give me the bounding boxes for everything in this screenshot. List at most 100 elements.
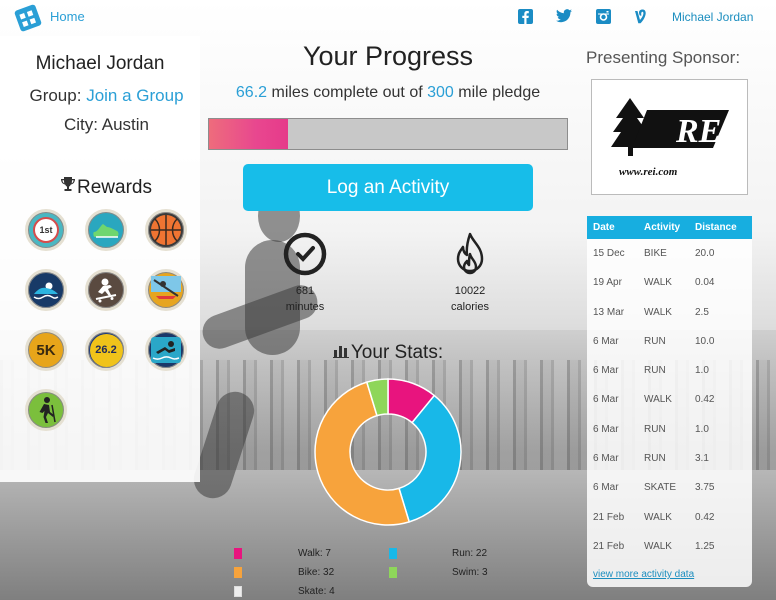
minutes-value: 681 bbox=[295, 285, 315, 297]
legend-label-skate: Skate: 4 bbox=[298, 586, 335, 597]
rei-logo: REI www.rei.com bbox=[611, 98, 736, 178]
join-group-link[interactable]: Join a Group bbox=[86, 86, 183, 105]
basketball-badge[interactable] bbox=[145, 209, 187, 251]
row-distance: 1.0 bbox=[695, 365, 709, 377]
shoe-icon bbox=[93, 224, 119, 238]
log-activity-button[interactable]: Log an Activity bbox=[243, 164, 533, 211]
row-date: 19 Apr bbox=[593, 277, 622, 289]
table-row: 13 Mar WALK 2.5 bbox=[587, 298, 752, 327]
hiking-badge[interactable] bbox=[25, 389, 67, 431]
legend-label-bike: Bike: 32 bbox=[298, 567, 335, 578]
activity-donut-chart bbox=[314, 378, 462, 526]
sponsor-heading: Presenting Sponsor: bbox=[586, 48, 741, 67]
swimmer-badge[interactable] bbox=[145, 329, 187, 371]
pledge-goal-value: 300 bbox=[427, 84, 454, 101]
user-name-link[interactable]: Michael Jordan bbox=[672, 10, 753, 24]
table-row: 6 Mar SKATE 3.75 bbox=[587, 473, 752, 502]
row-date: 21 Feb bbox=[593, 540, 625, 552]
miles-complete-value: 66.2 bbox=[235, 84, 268, 101]
profile-panel: Michael Jordan Group: Join a Group City:… bbox=[0, 36, 200, 482]
progress-bar-fill bbox=[209, 119, 289, 149]
row-distance: 1.0 bbox=[695, 423, 709, 435]
progress-title: Your Progress bbox=[302, 41, 474, 71]
row-date: 13 Mar bbox=[593, 306, 625, 318]
rewards-title: Rewards bbox=[77, 177, 152, 199]
row-distance: 0.42 bbox=[695, 511, 715, 523]
5k-badge[interactable]: 5K bbox=[25, 329, 67, 371]
swimming-badge[interactable] bbox=[25, 269, 67, 311]
group-line: Group: Join a Group bbox=[0, 86, 213, 106]
sponsor-logo[interactable]: REI www.rei.com bbox=[591, 79, 748, 195]
row-activity: WALK bbox=[644, 511, 672, 523]
activity-table: Date Activity Distance 15 Dec BIKE 20.0 19 … bbox=[587, 216, 752, 587]
row-activity: RUN bbox=[644, 365, 666, 377]
trophy-icon bbox=[61, 177, 75, 199]
swim-wave-icon bbox=[33, 282, 59, 300]
table-row: 21 Feb WALK 1.25 bbox=[587, 532, 752, 561]
table-row: 6 Mar RUN 10.0 bbox=[587, 327, 752, 356]
vine-icon[interactable] bbox=[633, 8, 649, 24]
legend-label-run: Run: 22 bbox=[452, 548, 488, 559]
26-2-marathon-badge[interactable]: 26.2 bbox=[85, 329, 127, 371]
stats-heading: Your Stats: bbox=[200, 342, 576, 364]
swimmer-icon bbox=[151, 337, 181, 363]
row-date: 6 Mar bbox=[593, 365, 619, 377]
stats-title: Your Stats: bbox=[350, 342, 444, 364]
row-date: 6 Mar bbox=[593, 423, 619, 435]
view-more-link[interactable]: view more activity data bbox=[593, 569, 694, 580]
legend-swatch-run bbox=[389, 548, 397, 559]
row-date: 21 Feb bbox=[593, 511, 625, 523]
marathon-label: 26.2 bbox=[89, 333, 123, 367]
minutes-stat: 681 minutes bbox=[280, 232, 330, 315]
row-distance: 2.5 bbox=[695, 306, 709, 318]
calories-label: calories bbox=[451, 301, 489, 313]
row-activity: RUN bbox=[644, 423, 666, 435]
row-date: 6 Mar bbox=[593, 453, 619, 465]
first-place-label: 1st bbox=[33, 217, 59, 243]
row-distance: 10.0 bbox=[695, 335, 715, 347]
table-row: 15 Dec BIKE 20.0 bbox=[587, 239, 752, 268]
row-activity: SKATE bbox=[644, 482, 677, 494]
row-activity: RUN bbox=[644, 335, 666, 347]
flame-icon bbox=[456, 232, 484, 275]
table-row: 6 Mar RUN 1.0 bbox=[587, 356, 752, 385]
row-date: 6 Mar bbox=[593, 482, 619, 494]
table-row: 19 Apr WALK 0.04 bbox=[587, 268, 752, 297]
rowing-badge[interactable] bbox=[145, 269, 187, 311]
running-shoe-badge[interactable] bbox=[85, 209, 127, 251]
row-activity: WALK bbox=[644, 277, 672, 289]
legend-swatch-bike bbox=[234, 567, 242, 578]
table-row: 6 Mar WALK 0.42 bbox=[587, 385, 752, 414]
row-activity: WALK bbox=[644, 394, 672, 406]
legend-swatch-walk bbox=[234, 548, 242, 559]
table-header: Date Activity Distance bbox=[587, 216, 752, 239]
hiker-icon bbox=[39, 397, 56, 423]
row-distance: 1.25 bbox=[695, 540, 715, 552]
table-row: 21 Feb WALK 0.42 bbox=[587, 503, 752, 532]
row-distance: 20.0 bbox=[695, 248, 715, 259]
site-logo[interactable] bbox=[13, 4, 43, 32]
progress-bar bbox=[208, 118, 568, 150]
home-link[interactable]: Home bbox=[50, 9, 85, 24]
legend-label-swim: Swim: 3 bbox=[452, 567, 488, 578]
skateboard-badge[interactable] bbox=[85, 269, 127, 311]
row-activity: BIKE bbox=[644, 248, 667, 259]
pledge-summary: 66.2 miles complete out of 300 mile pled… bbox=[200, 84, 576, 102]
facebook-icon[interactable] bbox=[517, 8, 533, 24]
group-label: Group: bbox=[29, 86, 82, 105]
twitter-icon[interactable] bbox=[556, 8, 572, 24]
minutes-label: minutes bbox=[285, 301, 325, 313]
row-date: 15 Dec bbox=[593, 248, 625, 259]
legend-swatch-swim bbox=[389, 567, 397, 578]
col-activity: Activity bbox=[644, 222, 681, 233]
rewards-heading: Rewards bbox=[0, 177, 213, 199]
first-place-badge[interactable]: 1st bbox=[25, 209, 67, 251]
table-row: 6 Mar RUN 1.0 bbox=[587, 415, 752, 444]
row-activity: WALK bbox=[644, 540, 672, 552]
sponsor-logo-text: REI bbox=[675, 113, 736, 150]
instagram-icon[interactable] bbox=[595, 8, 611, 24]
skateboard-icon bbox=[95, 278, 117, 303]
pledge-text-end: mile pledge bbox=[458, 84, 541, 101]
row-distance: 3.1 bbox=[695, 453, 709, 465]
basketball-icon bbox=[151, 215, 181, 245]
